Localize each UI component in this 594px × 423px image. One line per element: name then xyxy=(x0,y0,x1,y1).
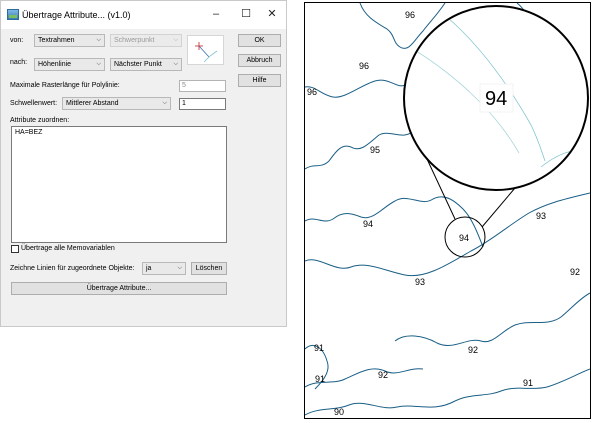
callout-line-right xyxy=(481,187,516,228)
contour-label-96-left: 96 xyxy=(307,87,317,97)
von-anchor-value: Schwerpunkt xyxy=(114,37,155,44)
close-button[interactable]: ✕ xyxy=(259,4,285,24)
contour-map: 94 96 96 96 95 94 94 93 93 92 92 92 91 9… xyxy=(305,3,590,417)
chevron-down-icon: ⌵ xyxy=(177,265,182,271)
chevron-down-icon: ⌵ xyxy=(96,37,101,43)
cancel-button[interactable]: Abbruch xyxy=(238,54,281,67)
map-view[interactable]: 94 96 96 96 95 94 94 93 93 92 92 92 91 9… xyxy=(304,2,591,419)
nach-anchor-select[interactable]: Nächster Punkt ⌵ xyxy=(110,58,182,71)
memo-checkbox[interactable] xyxy=(11,245,19,253)
lines-select-value: ja xyxy=(146,265,152,272)
contour-line-94 xyxy=(305,196,484,248)
von-select[interactable]: Textrahmen ⌵ xyxy=(34,34,105,47)
chevron-down-icon: ⌵ xyxy=(162,100,167,106)
contour-label-93-east: 93 xyxy=(536,211,546,221)
nach-anchor-value: Nächster Punkt xyxy=(114,61,162,68)
preview-graphic xyxy=(195,42,218,63)
nach-label: nach: xyxy=(10,59,28,66)
transfer-attributes-dialog: Übertrage Attribute... (v1.0) – ☐ ✕ von:… xyxy=(0,0,287,327)
ok-button[interactable]: OK xyxy=(238,34,281,47)
contour-line-95 xyxy=(305,130,414,170)
nach-select-value: Höhenlinie xyxy=(38,61,72,68)
delete-button[interactable]: Löschen xyxy=(191,262,227,275)
nach-select[interactable]: Höhenlinie ⌵ xyxy=(34,58,105,71)
von-label: von: xyxy=(10,37,24,44)
magnified-label: 94 xyxy=(485,88,507,110)
lines-label: Zeichne Linien für zugeordnete Objekte: xyxy=(10,265,135,272)
maximize-button[interactable]: ☐ xyxy=(233,4,259,24)
lines-select[interactable]: ja ⌵ xyxy=(142,262,186,275)
raster-input[interactable]: 5 xyxy=(179,80,226,92)
raster-label: Maximale Rasterlänge für Polylinie: xyxy=(10,82,120,89)
contour-label-92-west: 92 xyxy=(378,370,388,380)
connection-preview xyxy=(187,35,224,65)
schwelle-mode-select[interactable]: Mittlerer Abstand ⌵ xyxy=(62,97,171,110)
contour-line-90 xyxy=(305,400,456,416)
von-anchor-select: Schwerpunkt ⌵ xyxy=(110,34,182,47)
contour-label-92-east: 92 xyxy=(570,267,580,277)
help-button[interactable]: Hilfe xyxy=(238,74,281,87)
contour-label-90: 90 xyxy=(334,407,344,417)
schwelle-mode-value: Mittlerer Abstand xyxy=(66,100,119,107)
chevron-down-icon: ⌵ xyxy=(96,61,101,67)
contour-label-96-mid: 96 xyxy=(359,61,369,71)
title-bar: Übertrage Attribute... (v1.0) – ☐ ✕ xyxy=(1,1,286,29)
chevron-down-icon: ⌵ xyxy=(173,37,178,43)
contour-label-91-top: 91 xyxy=(314,343,324,353)
contour-line-93 xyxy=(305,192,590,277)
contour-label-93: 93 xyxy=(415,277,425,287)
chevron-down-icon: ⌵ xyxy=(173,61,178,67)
memo-label: Übertrage alle Memovariablen xyxy=(21,245,115,252)
app-icon xyxy=(7,9,19,20)
attribute-label: Attribute zuordnen: xyxy=(10,117,70,124)
contour-label-95: 95 xyxy=(370,145,380,155)
contour-label-94: 94 xyxy=(363,219,373,229)
contour-label-96-top: 96 xyxy=(405,10,415,20)
contour-label-94-locator: 94 xyxy=(459,233,469,243)
minimize-button[interactable]: – xyxy=(203,4,229,24)
contour-label-91-east: 91 xyxy=(523,378,533,388)
contour-label-91-left: 91 xyxy=(315,374,325,384)
von-select-value: Textrahmen xyxy=(38,37,75,44)
schwelle-label: Schwellenwert: xyxy=(10,100,58,107)
contour-line-92 xyxy=(394,292,590,346)
attribute-textarea[interactable]: HA=BEZ xyxy=(11,126,227,243)
transfer-attributes-button[interactable]: Übertrage Attribute... xyxy=(11,282,227,295)
contour-label-92-mid: 92 xyxy=(468,345,478,355)
window-title: Übertrage Attribute... (v1.0) xyxy=(22,10,131,20)
schwelle-input[interactable]: 1 xyxy=(179,98,226,110)
